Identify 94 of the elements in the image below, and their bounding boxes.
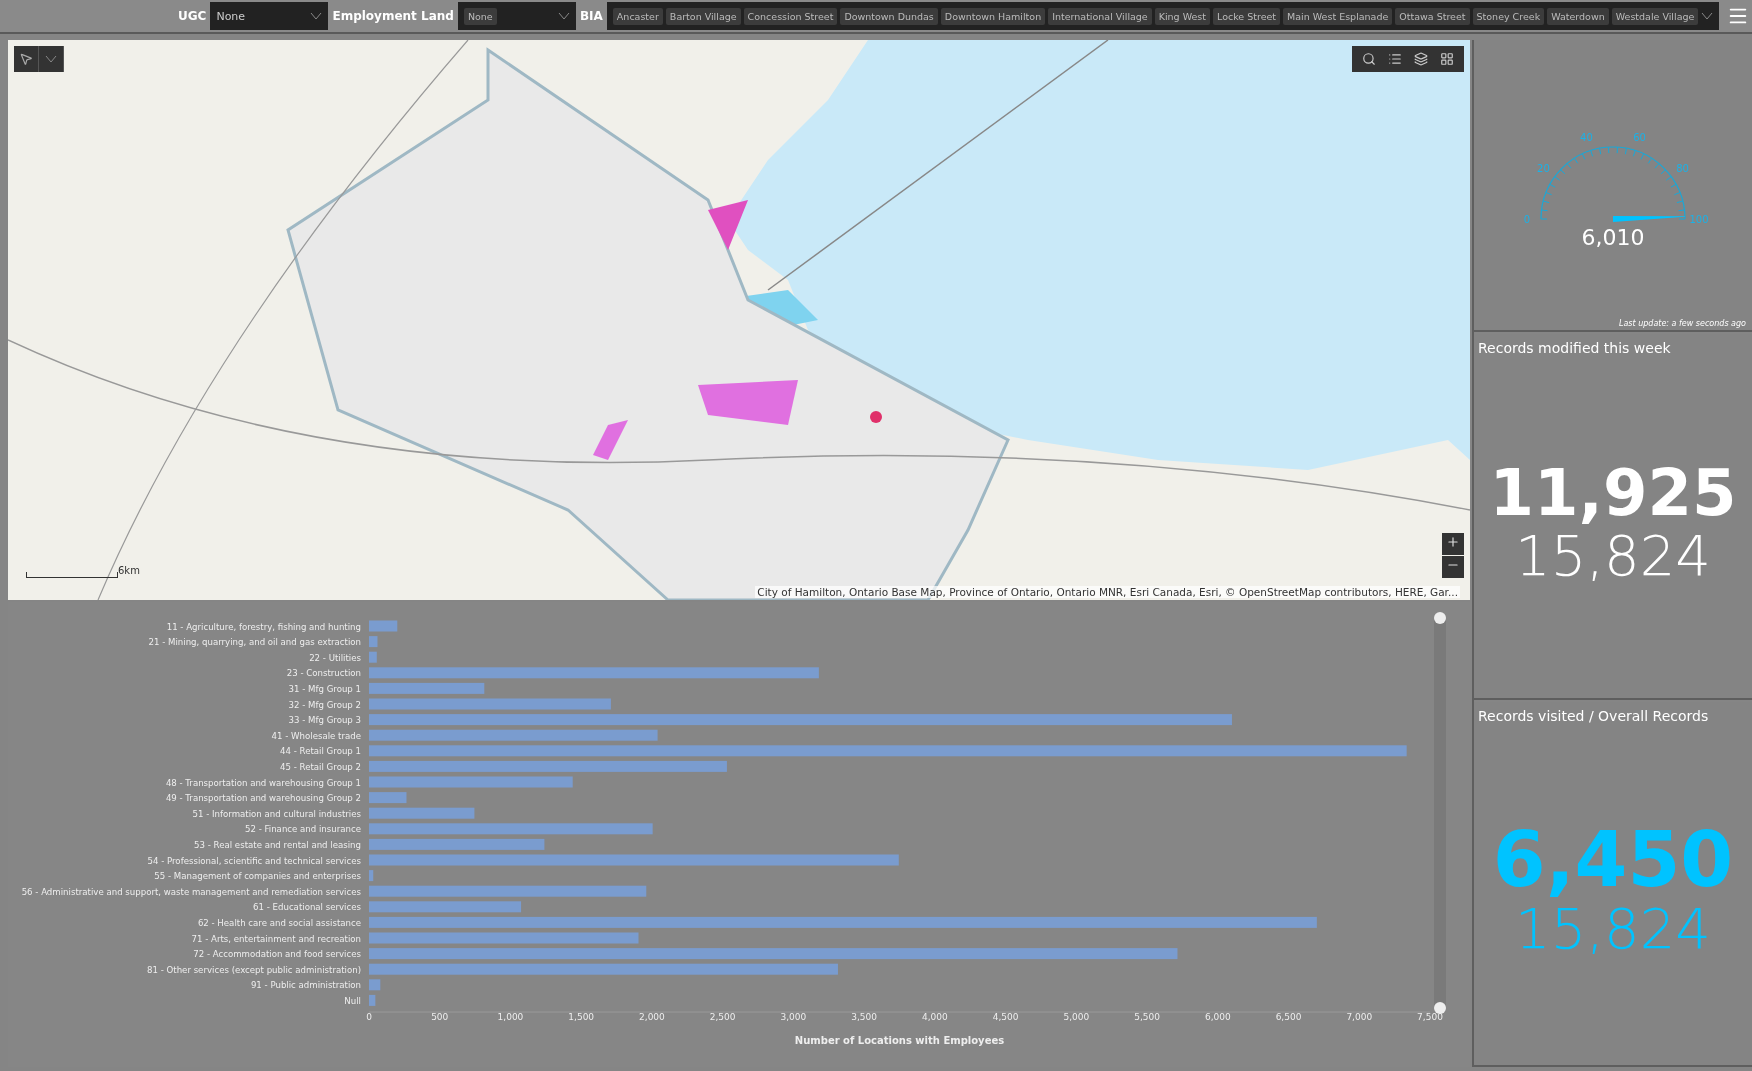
cursor-icon bbox=[19, 52, 33, 66]
tick-label: 3,000 bbox=[780, 1012, 807, 1022]
bia-chip[interactable]: King West bbox=[1154, 7, 1210, 25]
tick-label: 1,000 bbox=[497, 1012, 524, 1022]
category-label: 44 - Retail Group 1 bbox=[280, 746, 361, 757]
bar bbox=[369, 636, 378, 648]
caret-icon bbox=[1701, 12, 1714, 20]
bia-chip[interactable]: Barton Village bbox=[665, 7, 741, 25]
tick-label: 7,500 bbox=[1417, 1012, 1443, 1022]
stat-title: Records modified this week bbox=[1478, 340, 1672, 356]
bia-chip[interactable]: Ottawa Street bbox=[1395, 7, 1470, 25]
category-label: 33 - Mfg Group 3 bbox=[288, 715, 361, 726]
tick-label: 4,500 bbox=[992, 1012, 1019, 1022]
bar bbox=[369, 870, 374, 882]
bia-chip[interactable]: Concession Street bbox=[743, 7, 838, 25]
bia-chip[interactable]: Main West Esplanade bbox=[1283, 7, 1393, 25]
gauge-tick-label: 0 bbox=[1523, 214, 1531, 225]
category-label: 52 - Finance and insurance bbox=[244, 824, 361, 835]
gauge-tick-label: 20 bbox=[1537, 163, 1550, 175]
axis-title: Number of Locations with Employees bbox=[794, 1035, 1005, 1046]
category-label: 71 - Arts, entertainment and recreation bbox=[191, 933, 361, 944]
category-label: 22 - Utilities bbox=[309, 652, 361, 663]
last-update-text: Last update: a few seconds ago bbox=[1618, 319, 1747, 330]
tick-label: 2,500 bbox=[709, 1012, 736, 1022]
tick-label: 5,500 bbox=[1134, 1012, 1160, 1022]
bia-chip[interactable]: Waterdown bbox=[1547, 7, 1609, 25]
category-label: 51 - Information and cultural industries bbox=[192, 808, 361, 819]
tick-label: 4,000 bbox=[922, 1012, 948, 1022]
category-label: 11 - Agriculture, forestry, fishing and hunting bbox=[166, 621, 361, 632]
bar bbox=[369, 651, 377, 663]
category-label: 81 - Other services (except public administration) bbox=[147, 964, 361, 975]
bia-chip[interactable]: International Village bbox=[1048, 7, 1152, 25]
category-label: 41 - Wholesale trade bbox=[271, 730, 361, 741]
caret-icon bbox=[45, 55, 57, 63]
tick-label: 0 bbox=[366, 1012, 372, 1022]
scroll-bar[interactable] bbox=[1434, 612, 1446, 1014]
plus-icon bbox=[1446, 535, 1460, 549]
category-label: 91 - Public administration bbox=[250, 980, 361, 991]
filter-label: Employment Land bbox=[332, 9, 454, 23]
tick-label: 5,000 bbox=[1063, 1012, 1090, 1022]
category-label: 55 - Management of companies and enterprises bbox=[154, 871, 361, 882]
bia-chip[interactable]: Downtown Hamilton bbox=[940, 7, 1046, 25]
bia-chip[interactable]: Locke Street bbox=[1213, 7, 1281, 25]
filter-select[interactable]: None bbox=[457, 2, 576, 30]
filter-select[interactable]: None bbox=[210, 2, 329, 30]
caret-icon bbox=[310, 12, 323, 20]
selection-widget[interactable] bbox=[14, 46, 64, 72]
category-label: 32 - Mfg Group 2 bbox=[288, 699, 361, 710]
bia-chip[interactable]: Westdale Village bbox=[1611, 7, 1699, 25]
bia-chip[interactable]: Ancaster bbox=[612, 7, 663, 25]
scale-label: 6km bbox=[118, 565, 140, 576]
stat-title: Records visited / Overall Records bbox=[1478, 707, 1710, 724]
zoom-in-button[interactable] bbox=[1442, 533, 1464, 555]
category-label: 56 - Administrative and support, waste management and remediation services bbox=[21, 886, 361, 897]
gauge-tick-label: 60 bbox=[1633, 132, 1646, 144]
bar bbox=[369, 620, 398, 632]
map-attribution: City of Hamilton, Ontario Base Map, Province of Ontario, Ontario MNR, Esri Canada, Esri, © OpenStreetMap contributors, HERE, Gar... bbox=[755, 586, 1460, 598]
category-label: 54 - Professional, scientific and technical services bbox=[147, 855, 361, 866]
category-label: 53 - Real estate and rental and leasing bbox=[194, 839, 361, 850]
category-label: 21 - Mining, quarrying, and oil and gas extraction bbox=[148, 637, 361, 648]
category-label: 62 - Health care and social assistance bbox=[197, 917, 361, 928]
bar bbox=[369, 979, 381, 991]
category-label: 48 - Transportation and warehousing Group 1 bbox=[165, 777, 361, 788]
category-label: 31 - Mfg Group 1 bbox=[288, 683, 361, 694]
tick-label: 6,000 bbox=[1204, 1012, 1231, 1022]
tick-label: 6,500 bbox=[1275, 1012, 1302, 1022]
gauge-value: 6,010 bbox=[1581, 225, 1645, 250]
stat-total: 15,824 bbox=[1515, 524, 1711, 587]
category-label: 45 - Retail Group 2 bbox=[280, 761, 361, 772]
stat-value: 6,450 bbox=[1492, 822, 1734, 899]
stat-total: 15,824 bbox=[1515, 898, 1711, 961]
caret-icon bbox=[557, 12, 570, 20]
stat-value: 11,925 bbox=[1489, 460, 1737, 525]
filter-label: UGC bbox=[178, 9, 207, 23]
gauge-tick-label: 100 bbox=[1689, 214, 1709, 225]
category-label: 23 - Construction bbox=[286, 668, 361, 679]
category-label: Null bbox=[344, 995, 361, 1006]
category-label: 61 - Educational services bbox=[253, 902, 361, 913]
zoom-out-button[interactable] bbox=[1442, 556, 1464, 578]
gauge-tick-label: 40 bbox=[1580, 132, 1593, 144]
bia-chip[interactable]: Downtown Dundas bbox=[840, 7, 938, 25]
map-view[interactable]: 6km City of Hamilton, Ontario Base Map, Province of Ontario, Ontario MNR, Esri Canada, Esri, © OpenStreetMap contributors, HERE, Gar... bbox=[8, 40, 1470, 600]
gauge-tick-label: 80 bbox=[1676, 163, 1689, 175]
filter-label: BIA bbox=[579, 9, 603, 23]
tick-label: 3,500 bbox=[851, 1012, 877, 1022]
tick-label: 1,500 bbox=[568, 1012, 595, 1022]
category-label: 49 - Transportation and warehousing Group 2 bbox=[165, 793, 361, 804]
tick-label: 7,000 bbox=[1346, 1012, 1373, 1022]
bia-chip[interactable]: Stoney Creek bbox=[1472, 7, 1545, 25]
bar bbox=[369, 994, 376, 1006]
category-label: 72 - Accommodation and food services bbox=[193, 949, 361, 960]
bar bbox=[369, 792, 407, 804]
tick-label: 500 bbox=[431, 1012, 449, 1022]
tick-label: 2,000 bbox=[639, 1012, 665, 1022]
